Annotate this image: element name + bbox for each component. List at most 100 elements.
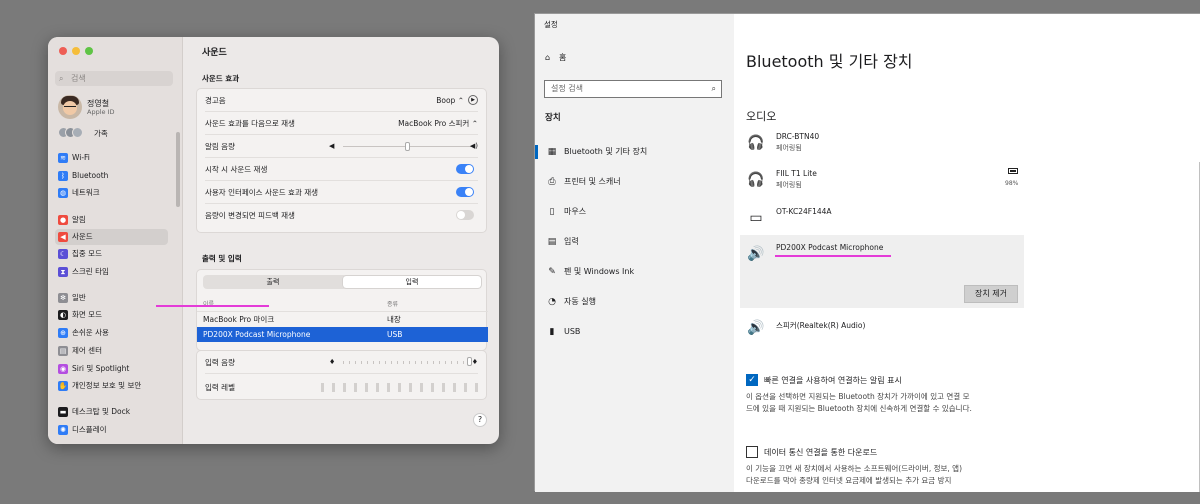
sidebar-item-label: 알림 (72, 215, 86, 224)
input-level-row: 입력 레벨 (205, 376, 478, 399)
tab-input[interactable]: 입력 (343, 276, 481, 288)
sidebar-item[interactable]: ≋ Wi-Fi (55, 150, 168, 166)
control-center-icon: ▤ (58, 346, 68, 356)
globe-icon: ◍ (58, 188, 68, 198)
play-through-select[interactable]: MacBook Pro 스피커 ⌃ (398, 112, 478, 135)
metered-download-checkbox[interactable] (746, 446, 758, 458)
remove-device-button[interactable]: 장치 제거 (964, 285, 1018, 303)
nav-item[interactable]: ⎙ 프린터 및 스캐너 (545, 175, 725, 189)
battery-icon (1008, 168, 1018, 174)
device-name: PD200X Podcast Microphone (203, 330, 311, 339)
battery-percent: 98% (1005, 180, 1019, 187)
sidebar-item-label: Wi-Fi (72, 153, 90, 162)
home-label: 홈 (559, 53, 567, 62)
close-button[interactable] (59, 47, 67, 55)
mouse-icon: ▯ (549, 207, 555, 217)
sidebar-scrollbar[interactable] (176, 132, 180, 207)
slider-knob[interactable] (405, 142, 410, 151)
input-volume-slider[interactable] (343, 357, 473, 366)
table-row[interactable]: MacBook Pro 마이크 내장 (197, 311, 488, 326)
alert-sound-select[interactable]: Boop ⌃ (436, 89, 464, 112)
monitor-icon: ▭ (749, 210, 763, 226)
nav-item[interactable]: ▯ 마우스 (545, 205, 725, 219)
family-label: 가족 (94, 129, 108, 138)
nav-item[interactable]: ✎ 펜 및 Windows Ink (545, 265, 725, 279)
minimize-button[interactable] (72, 47, 80, 55)
apple-id-profile[interactable]: 정영철 Apple ID (58, 95, 178, 123)
sidebar-item[interactable]: ᛒ Bluetooth (55, 168, 168, 184)
tab-output[interactable]: 출력 (204, 276, 342, 288)
sidebar-item[interactable]: ◍ 네트워크 (55, 185, 168, 201)
play-through-value: MacBook Pro 스피커 (398, 119, 470, 128)
sidebar-item[interactable]: ● 알림 (55, 212, 168, 228)
device-item[interactable]: ▭ OT-KC24F144A (746, 207, 1026, 237)
nav-item[interactable]: ◔ 자동 실행 (545, 295, 725, 309)
hand-icon: ✋ (58, 381, 68, 391)
device-type: 내장 (387, 315, 401, 324)
device-item-selected[interactable]: 🔊 PD200X Podcast Microphone (746, 243, 1026, 273)
input-level-label: 입력 레벨 (205, 383, 235, 392)
sidebar-item[interactable]: ⊕ 손쉬운 사용 (55, 325, 168, 341)
bell-icon: ● (58, 215, 68, 225)
alert-volume-slider[interactable] (343, 142, 473, 151)
sidebar-item-label: 데스크탑 및 Dock (72, 407, 131, 416)
nav-item[interactable]: ▮ USB (545, 325, 725, 339)
device-item[interactable]: 🎧 FIIL T1 Lite 페어링됨 (746, 169, 1026, 199)
device-name: FIIL T1 Lite (776, 169, 817, 178)
sidebar-item-label: 개인정보 보호 및 보안 (72, 381, 142, 390)
input-group: 입력 음량 ♦ ♦ 입력 레벨 (196, 350, 487, 400)
sidebar-item[interactable]: ▤ 제어 센터 (55, 343, 168, 359)
device-item[interactable]: 🎧 DRC-BTN40 페어링됨 (746, 132, 1026, 162)
metered-download-label: 데이터 통신 연결을 통한 다운로드 (764, 448, 878, 457)
startup-sound-toggle[interactable] (456, 164, 474, 174)
nav-item-label: 입력 (564, 237, 579, 246)
nav-item-label: 자동 실행 (564, 297, 596, 306)
device-name: OT-KC24F144A (776, 207, 832, 216)
mac-content: 사운드 사운드 효과 경고음 Boop ⌃ ▶ 사운드 효과를 다음으로 재생 … (184, 37, 499, 444)
sidebar-item[interactable]: ▬ 데스크탑 및 Dock (55, 404, 168, 420)
sidebar-item[interactable]: ⧗ 스크린 타임 (55, 264, 168, 280)
headset-icon: 🎧 (747, 172, 765, 188)
nav-item[interactable]: ▤ 입력 (545, 235, 725, 249)
table-row-selected[interactable]: PD200X Podcast Microphone USB (197, 327, 488, 342)
sidebar-item[interactable]: ☾ 집중 모드 (55, 246, 168, 262)
page-title: Bluetooth 및 기타 장치 (746, 52, 913, 71)
highlight-underline (156, 305, 269, 307)
sidebar-item-label: Siri 및 Spotlight (72, 364, 130, 373)
sidebar-item[interactable]: ◐ 화면 모드 (55, 307, 168, 323)
io-group: 출력 입력 이름 종류 MacBook Pro 마이크 내장 PD200X Po… (196, 269, 488, 351)
ui-sound-row: 사용자 인터페이스 사운드 효과 재생 (205, 181, 478, 204)
device-status: 페어링됨 (776, 144, 802, 152)
sidebar-item-label: Bluetooth (72, 171, 109, 180)
help-button[interactable]: ? (473, 413, 487, 427)
swift-pair-checkbox[interactable]: ✓ (746, 374, 758, 386)
device-item[interactable]: 🔊 스피커(Realtek(R) Audio) (746, 317, 1026, 347)
sidebar-item[interactable]: ✋ 개인정보 보호 및 보안 (55, 378, 168, 394)
appearance-icon: ◐ (58, 310, 68, 320)
play-icon[interactable]: ▶ (468, 95, 478, 105)
sound-effects-header: 사운드 효과 (202, 74, 240, 83)
home-link[interactable]: ⌂ 홈 (545, 52, 566, 64)
mac-search-input[interactable]: ⌕ 검색 (55, 71, 173, 86)
play-through-row: 사운드 효과를 다음으로 재생 MacBook Pro 스피커 ⌃ (205, 112, 478, 135)
win-search-input[interactable]: 설정 검색 ⌕ (544, 80, 722, 98)
sidebar-item[interactable]: ✺ 디스플레이 (55, 422, 168, 438)
alert-volume-label: 알림 음량 (205, 142, 235, 151)
nav-item[interactable]: ▦ Bluetooth 및 기타 장치 (535, 145, 725, 159)
headset-icon: 🎧 (747, 135, 765, 151)
home-icon: ⌂ (545, 53, 551, 62)
volume-feedback-row: 음량이 변경되면 피드백 재생 (205, 204, 478, 227)
printer-icon: ⎙ (548, 177, 556, 187)
family-item[interactable]: 가족 (58, 126, 178, 139)
sidebar-item[interactable]: ✻ 일반 (55, 290, 168, 306)
display-icon: ✺ (58, 425, 68, 435)
window-title: 설정 (544, 20, 558, 29)
gear-icon: ✻ (58, 293, 68, 303)
sidebar-item[interactable]: ◉ Siri 및 Spotlight (55, 361, 168, 377)
sidebar-item[interactable]: ◀ 사운드 (55, 229, 168, 245)
volume-feedback-toggle[interactable] (456, 210, 474, 220)
swift-pair-label: 빠른 연결을 사용하여 연결하는 알림 표시 (764, 376, 902, 385)
ui-sound-toggle[interactable] (456, 187, 474, 197)
zoom-button[interactable] (85, 47, 93, 55)
bluetooth-devices-icon: ▦ (547, 147, 557, 157)
